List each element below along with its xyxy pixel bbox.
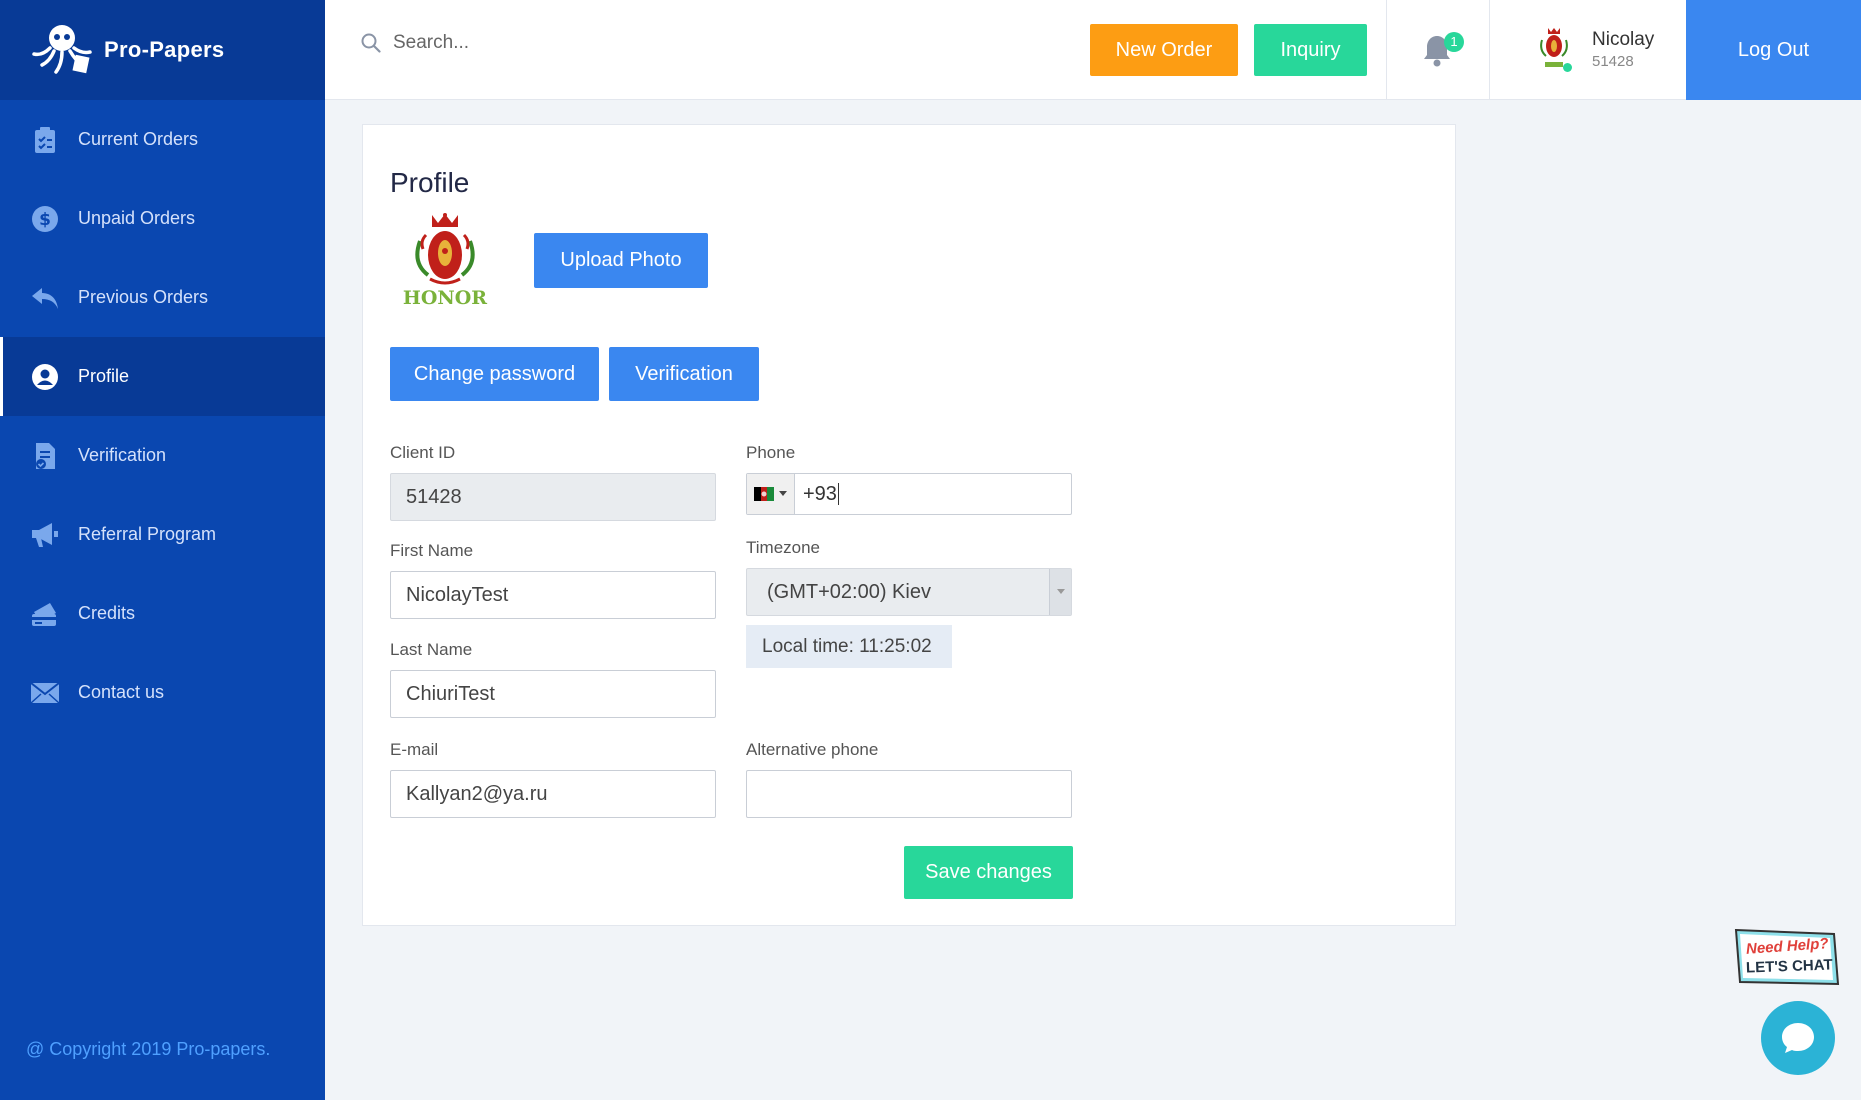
- sidebar-item-contact-us[interactable]: Contact us: [0, 653, 325, 732]
- client-id-field: 51428: [390, 473, 716, 521]
- sidebar-item-label: Contact us: [78, 682, 165, 702]
- caret-down-icon: [779, 491, 787, 496]
- upload-photo-button[interactable]: Upload Photo: [534, 233, 708, 288]
- svg-text:$: $: [39, 210, 51, 230]
- reply-icon: [30, 283, 60, 313]
- clipboard-icon: [30, 125, 60, 155]
- first-name-field[interactable]: NicolayTest: [390, 571, 716, 619]
- header-divider: [1489, 0, 1490, 100]
- first-name-label: First Name: [390, 541, 474, 560]
- inquiry-button[interactable]: Inquiry: [1254, 24, 1367, 76]
- lets-chat-text: LET'S CHAT: [1745, 956, 1833, 977]
- user-info: Nicolay 51428: [1592, 29, 1654, 70]
- chat-launcher-button[interactable]: [1761, 1001, 1835, 1075]
- timezone-label: Timezone: [746, 538, 821, 557]
- change-password-button[interactable]: Change password: [390, 347, 599, 401]
- copyright: @ Copyright 2019 Pro-papers.: [26, 1039, 271, 1059]
- client-id-label: Client ID: [390, 443, 456, 462]
- country-code-dropdown[interactable]: [747, 474, 795, 514]
- need-help-badge[interactable]: Need Help? LET'S CHAT: [1730, 924, 1842, 996]
- notification-badge: 1: [1444, 32, 1464, 52]
- brand-name: Pro-Papers: [104, 37, 225, 62]
- avatar: [1534, 24, 1574, 74]
- megaphone-icon: [30, 520, 60, 550]
- svg-text:HONOR: HONOR: [403, 287, 487, 309]
- search-icon: [361, 33, 381, 53]
- timezone-select[interactable]: (GMT+02:00) Kiev: [746, 568, 1072, 616]
- sidebar-item-label: Unpaid Orders: [78, 208, 196, 228]
- search-bar: [361, 32, 693, 54]
- sidebar-item-label: Referral Program: [78, 524, 217, 544]
- email-field[interactable]: Kallyan2@ya.ru: [390, 770, 716, 818]
- sidebar-item-current-orders[interactable]: Current Orders: [0, 100, 325, 179]
- sidebar-item-label: Verification: [78, 445, 167, 465]
- afghanistan-flag-icon: [754, 487, 774, 501]
- top-header: New Order Inquiry 1 Nicolay 51428 Log Ou…: [325, 0, 1861, 100]
- user-id: 51428: [1592, 52, 1634, 70]
- credit-card-icon: [30, 599, 60, 629]
- new-order-button[interactable]: New Order: [1090, 24, 1238, 76]
- dollar-icon: $: [30, 204, 60, 234]
- user-menu[interactable]: Nicolay 51428: [1534, 24, 1654, 74]
- sidebar-item-previous-orders[interactable]: Previous Orders: [0, 258, 325, 337]
- verification-button[interactable]: Verification: [609, 347, 759, 401]
- local-time: Local time: 11:25:02: [746, 625, 952, 668]
- sidebar-item-unpaid-orders[interactable]: $ Unpaid Orders: [0, 179, 325, 258]
- sidebar-nav: Current Orders $ Unpaid Orders Previous …: [0, 100, 325, 732]
- page-title: Profile: [390, 167, 470, 198]
- sidebar-item-profile[interactable]: Profile: [0, 337, 325, 416]
- profile-card: Profile HONOR Upload Photo Change passwo…: [362, 124, 1456, 926]
- sidebar-item-credits[interactable]: Credits: [0, 574, 325, 653]
- header-divider: [1386, 0, 1387, 100]
- octopus-logo-icon: [32, 25, 92, 74]
- notifications-button[interactable]: 1: [1422, 30, 1464, 70]
- alternative-phone-label: Alternative phone: [746, 740, 879, 759]
- brand[interactable]: Pro-Papers: [0, 0, 325, 100]
- profile-photo: HONOR: [390, 211, 500, 313]
- timezone-value: (GMT+02:00) Kiev: [767, 580, 931, 603]
- text-cursor: [837, 483, 839, 505]
- sidebar-item-label: Current Orders: [78, 129, 199, 149]
- chevron-down-icon: [1049, 569, 1071, 615]
- document-check-icon: [30, 441, 60, 471]
- sidebar-item-label: Previous Orders: [78, 287, 209, 307]
- envelope-icon: [30, 678, 60, 708]
- user-name: Nicolay: [1592, 28, 1655, 50]
- sidebar-item-label: Credits: [78, 603, 136, 623]
- chat-icon: [1782, 1023, 1814, 1053]
- search-input[interactable]: [393, 32, 693, 54]
- alternative-phone-field[interactable]: [746, 770, 1072, 818]
- save-changes-button[interactable]: Save changes: [904, 846, 1073, 899]
- sidebar-item-verification[interactable]: Verification: [0, 416, 325, 495]
- sidebar: Pro-Papers Current Orders $ Unpaid Order…: [0, 0, 325, 1100]
- sidebar-item-label: Profile: [78, 366, 130, 386]
- phone-label: Phone: [746, 443, 796, 462]
- phone-value: +93: [803, 482, 837, 505]
- user-icon: [30, 362, 60, 392]
- last-name-field[interactable]: ChiuriTest: [390, 670, 716, 718]
- email-label: E-mail: [390, 740, 439, 759]
- phone-field[interactable]: +93: [746, 473, 1072, 515]
- online-status-indicator: [1563, 63, 1572, 72]
- sidebar-item-referral-program[interactable]: Referral Program: [0, 495, 325, 574]
- last-name-label: Last Name: [390, 640, 473, 659]
- logout-button[interactable]: Log Out: [1686, 0, 1861, 100]
